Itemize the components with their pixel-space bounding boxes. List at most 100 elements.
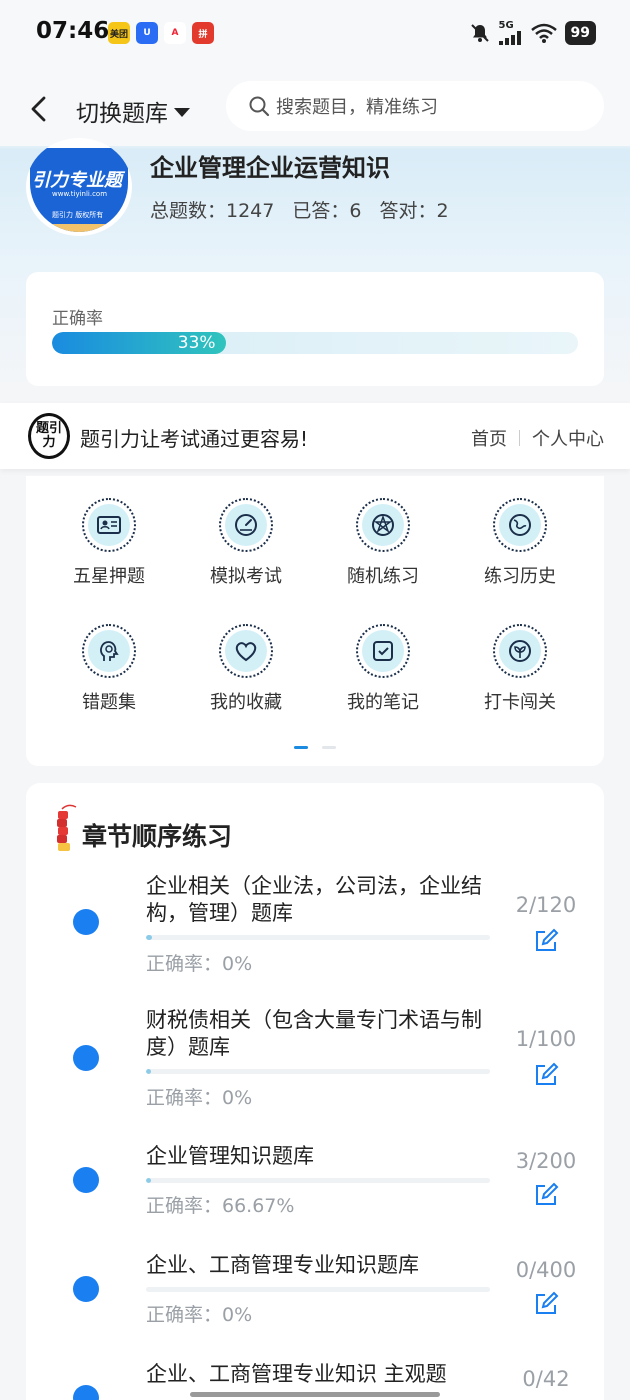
chapter-count: 3/200 <box>515 1149 577 1173</box>
accuracy-percent: 33% <box>177 333 216 353</box>
menu-item-five-star[interactable]: 五星押题 <box>41 498 177 588</box>
chapter-bullet <box>73 1385 99 1400</box>
subject-logo: 引力专业题 www.tiyinli.com 题引力 版权所有 <box>26 138 132 236</box>
u-app-icon: U <box>136 22 158 44</box>
brand-logo-text: 题引力 <box>35 421 62 450</box>
page-indicator <box>294 746 336 749</box>
globe-icon <box>509 514 531 536</box>
chapter-practice-card: 章节顺序练习 企业相关（企业法，公司法，企业结构，管理）题库 正确率：0% 2/… <box>26 783 604 1400</box>
status-indicators: 5G 99 <box>469 20 596 45</box>
accuracy-card: 正确率 33% <box>26 272 604 386</box>
chapter-section-title: 章节顺序练习 <box>82 822 233 851</box>
search-input[interactable]: 搜索题目，精准练习 <box>226 81 604 131</box>
chapter-count: 0/42 <box>522 1367 570 1391</box>
menu-label: 练习历史 <box>484 566 556 587</box>
status-app-icons: 美团 U A 拼 <box>108 22 214 44</box>
network-type: 5G <box>498 20 514 31</box>
sprout-icon <box>509 640 531 662</box>
network-icon <box>372 514 394 536</box>
chapter-accuracy: 正确率：66.67% <box>146 1195 295 1217</box>
battery-indicator: 99 <box>564 20 596 45</box>
a-app-icon: A <box>164 22 186 44</box>
gauge-icon <box>235 514 257 536</box>
logo-url: www.tiyinli.com <box>52 190 108 198</box>
chapter-bullet <box>73 1045 99 1071</box>
menu-item-mock-exam[interactable]: 模拟考试 <box>178 498 314 588</box>
chapter-bullet <box>73 909 99 935</box>
edit-icon[interactable] <box>532 1290 560 1318</box>
edit-icon[interactable] <box>532 927 560 955</box>
status-bar: 07:46 美团 U A 拼 5G 99 <box>0 0 630 70</box>
id-card-icon <box>97 516 121 534</box>
switch-bank-dropdown[interactable]: 切换题库 <box>76 94 190 128</box>
chapter-progress-bar <box>146 1069 490 1074</box>
chapter-progress-bar <box>146 1178 490 1183</box>
switch-bank-label: 切换题库 <box>76 101 168 127</box>
chapter-count: 2/120 <box>515 893 577 917</box>
heart-icon <box>235 642 257 662</box>
chapter-count: 0/400 <box>515 1258 577 1282</box>
chapter-name: 企业管理知识题库 <box>146 1144 314 1168</box>
menu-label: 我的收藏 <box>210 692 282 713</box>
chapter-bullet <box>73 1276 99 1302</box>
chapter-progress-fill <box>146 935 152 940</box>
signal-icon: 5G <box>498 20 523 45</box>
chapter-progress-bar <box>146 1287 490 1292</box>
wifi-icon <box>530 23 557 43</box>
firecracker-icon <box>57 804 77 851</box>
accuracy-progress-bar: 33% <box>52 332 578 354</box>
brand-logo: 题引力 <box>28 413 70 459</box>
accuracy-progress-fill: 33% <box>52 332 226 354</box>
menu-label: 错题集 <box>82 692 136 713</box>
profile-link[interactable]: 个人中心 <box>532 425 604 451</box>
feature-grid: 五星押题 模拟考试 随机练习 练习历史 错题集 我的收藏 我的笔记 打卡闯关 <box>26 476 604 766</box>
total-questions: 总题数：1247 <box>150 200 275 222</box>
meituan-app-icon: 美团 <box>108 22 130 44</box>
back-arrow-icon[interactable] <box>24 92 54 126</box>
menu-label: 打卡闯关 <box>484 692 556 713</box>
head-icon <box>100 641 119 661</box>
menu-label: 模拟考试 <box>210 566 282 587</box>
answered-count: 已答：6 <box>292 200 362 222</box>
pdd-app-icon: 拼 <box>192 22 214 44</box>
mute-bell-icon <box>470 23 489 42</box>
chapter-progress-fill <box>146 1178 152 1183</box>
page-dot-active <box>294 746 308 749</box>
menu-item-notes[interactable]: 我的笔记 <box>315 624 451 714</box>
chapter-progress-bar <box>146 935 490 940</box>
note-check-icon <box>373 641 393 661</box>
menu-label: 我的笔记 <box>347 692 419 713</box>
chapter-progress-fill <box>146 1069 152 1074</box>
top-nav: 切换题库 搜索题目，精准练习 <box>0 72 630 146</box>
menu-item-wrong-questions[interactable]: 错题集 <box>41 624 177 714</box>
caret-down-icon <box>174 107 190 117</box>
chapter-bullet <box>73 1167 99 1193</box>
home-indicator[interactable] <box>190 1392 440 1397</box>
menu-label: 随机练习 <box>347 566 419 587</box>
subject-title: 企业管理企业运营知识 <box>150 154 390 182</box>
page-dot <box>322 746 336 749</box>
menu-item-random-practice[interactable]: 随机练习 <box>315 498 451 588</box>
edit-icon[interactable] <box>532 1061 560 1089</box>
promo-banner: 题引力 题引力让考试通过更容易! 首页 个人中心 <box>0 403 630 469</box>
chapter-name: 企业、工商管理专业知识 主观题 <box>146 1362 447 1386</box>
logo-title: 引力专业题 <box>32 170 122 191</box>
edit-icon[interactable] <box>532 1181 560 1209</box>
chapter-name: 企业相关（企业法，公司法，企业结构，管理）题库 <box>146 874 482 925</box>
subject-stats: 总题数：1247 已答：6 答对：2 <box>150 196 449 223</box>
chapter-accuracy: 正确率：0% <box>146 1087 253 1109</box>
chapter-accuracy: 正确率：0% <box>146 1304 253 1326</box>
status-time: 07:46 <box>36 18 110 44</box>
link-divider <box>519 430 520 446</box>
chapter-count: 1/100 <box>515 1027 577 1051</box>
chapter-name: 企业、工商管理专业知识题库 <box>146 1253 419 1277</box>
menu-item-favorites[interactable]: 我的收藏 <box>178 624 314 714</box>
chapter-name: 财税债相关（包含大量专门术语与制度）题库 <box>146 1008 482 1059</box>
accuracy-label: 正确率 <box>52 309 103 329</box>
logo-copyright: 题引力 版权所有 <box>52 211 104 219</box>
chapter-accuracy: 正确率：0% <box>146 953 253 975</box>
home-link[interactable]: 首页 <box>471 425 507 451</box>
menu-item-checkin[interactable]: 打卡闯关 <box>452 624 588 714</box>
menu-item-history[interactable]: 练习历史 <box>452 498 588 588</box>
banner-links: 首页 个人中心 <box>471 425 604 451</box>
